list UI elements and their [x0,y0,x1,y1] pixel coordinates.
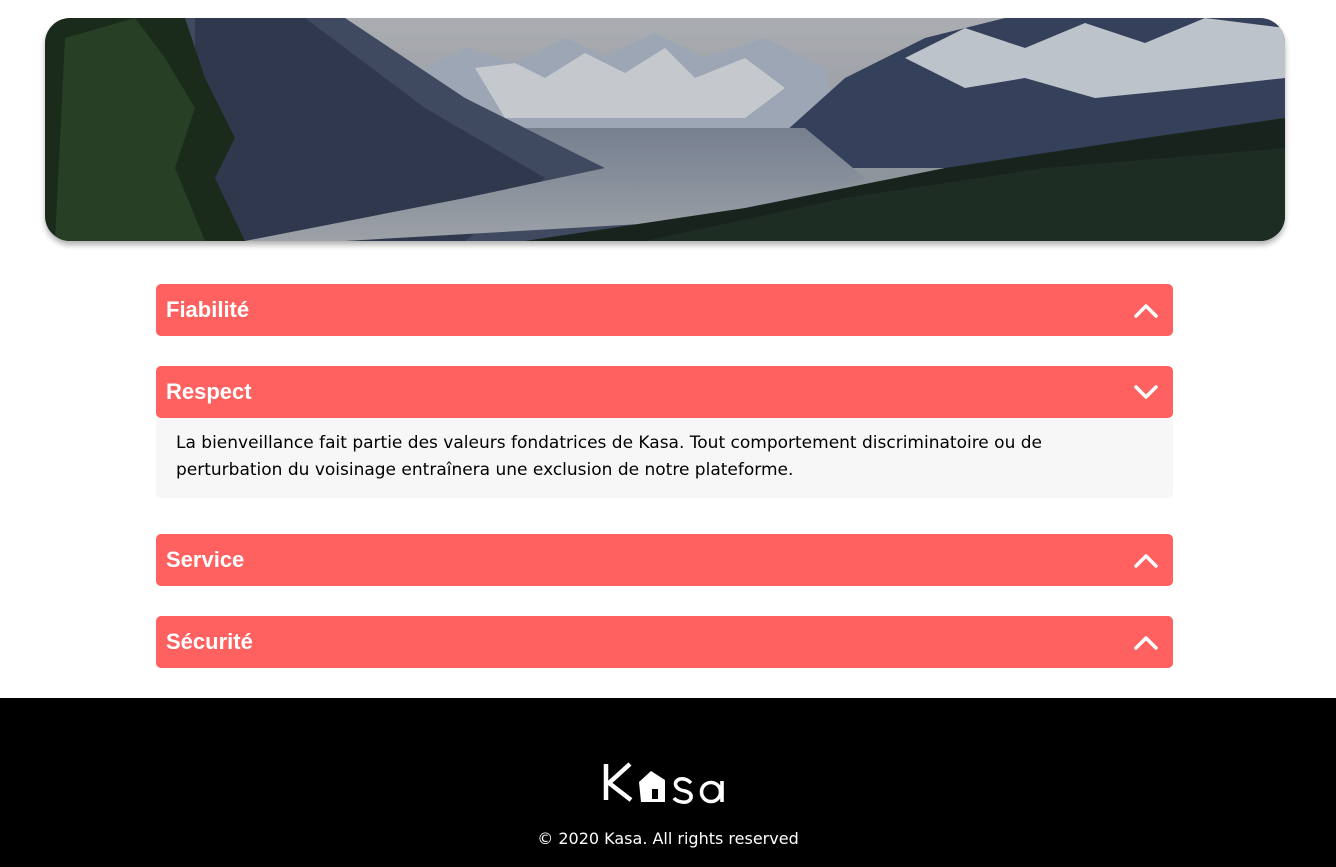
collapse-title: Respect [166,379,252,404]
collapse-service: Service [156,534,1173,586]
collapse-title: Service [166,547,245,572]
collapse-securite: Sécurité [156,616,1173,668]
collapse-fiabilite: Fiabilité [156,284,1173,336]
collapse-header-fiabilite[interactable]: Fiabilité [156,284,1173,336]
banner-image [45,18,1285,241]
collapse-respect: Respect La bienveillance fait partie des… [156,366,1173,498]
chevron-up-icon[interactable] [1133,633,1159,651]
chevron-up-icon[interactable] [1133,301,1159,319]
footer-copyright: © 2020 Kasa. All rights reserved [537,829,799,848]
about-banner [45,18,1285,241]
footer-logo [601,758,731,811]
collapse-content-respect: La bienveillance fait partie des valeurs… [156,418,1173,498]
chevron-up-icon[interactable] [1133,551,1159,569]
chevron-down-icon[interactable] [1133,383,1159,401]
collapse-title: Fiabilité [166,297,250,322]
collapse-header-service[interactable]: Service [156,534,1173,586]
collapse-header-respect[interactable]: Respect [156,366,1173,418]
collapse-title: Sécurité [166,629,253,654]
kasa-logo-icon [603,762,724,804]
collapse-header-securite[interactable]: Sécurité [156,616,1173,668]
